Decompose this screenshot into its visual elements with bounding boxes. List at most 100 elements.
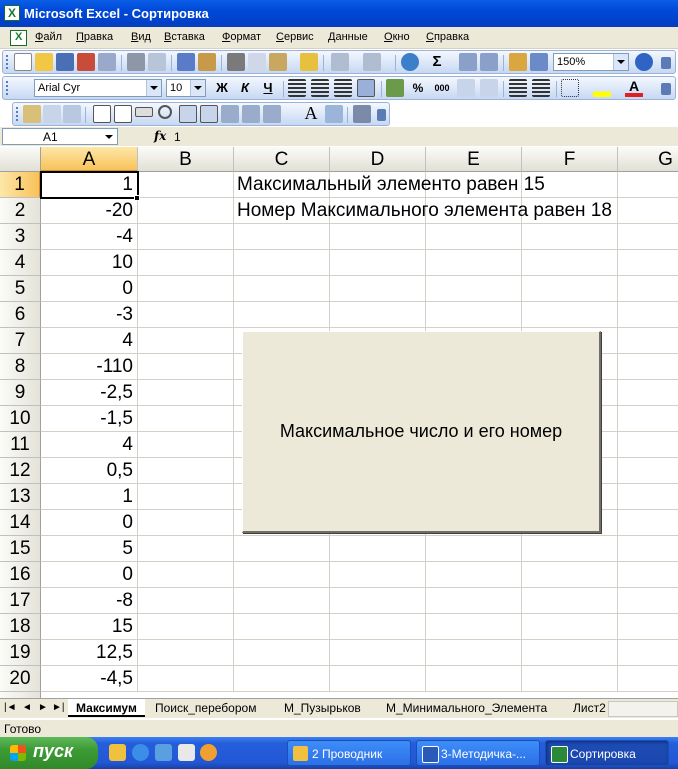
empty-cell[interactable] <box>426 536 522 562</box>
empty-cell[interactable] <box>426 276 522 302</box>
print-preview-icon[interactable] <box>148 53 166 71</box>
fill-color-icon[interactable] <box>593 79 611 97</box>
cell-a[interactable]: 0 <box>41 510 138 536</box>
row-header[interactable]: 8 <box>0 354 41 380</box>
empty-cell[interactable] <box>234 562 330 588</box>
italic-button[interactable]: К <box>236 79 254 97</box>
row-header[interactable]: 16 <box>0 562 41 588</box>
option-button-icon[interactable] <box>158 105 172 119</box>
empty-cell[interactable] <box>618 380 678 406</box>
next-sheet-icon[interactable]: ► <box>38 702 48 713</box>
fill-handle[interactable] <box>134 195 140 201</box>
menu-view[interactable]: Вид <box>131 31 151 43</box>
cell-a[interactable]: -4 <box>41 224 138 250</box>
cell-c1[interactable]: Максимальный элементо равен 15 <box>234 172 674 198</box>
empty-cell[interactable] <box>138 276 234 302</box>
empty-cell[interactable] <box>330 276 426 302</box>
image-control-icon[interactable] <box>325 105 343 123</box>
empty-cell[interactable] <box>522 588 618 614</box>
empty-cell[interactable] <box>426 224 522 250</box>
help-icon[interactable] <box>635 53 653 71</box>
cell-a[interactable]: 15 <box>41 614 138 640</box>
max-number-macro-button[interactable]: Максимальное число и его номер <box>242 331 601 533</box>
empty-cell[interactable] <box>330 614 426 640</box>
empty-cell[interactable] <box>618 406 678 432</box>
button-tool-icon[interactable] <box>135 107 153 117</box>
chevron-down-icon[interactable] <box>105 135 113 139</box>
select-all-corner[interactable] <box>0 147 41 172</box>
redo-icon[interactable] <box>363 53 381 71</box>
toolbar-grip[interactable] <box>16 107 19 121</box>
research-icon[interactable] <box>198 53 216 71</box>
decrease-decimal-icon[interactable] <box>480 79 498 97</box>
task-explorer[interactable]: 2 Проводник <box>287 740 411 766</box>
empty-cell[interactable] <box>618 250 678 276</box>
row-header[interactable]: 7 <box>0 328 41 354</box>
cell-a[interactable]: 12,5 <box>41 640 138 666</box>
menu-data[interactable]: Данные <box>328 31 368 43</box>
empty-cell[interactable] <box>234 250 330 276</box>
merge-center-icon[interactable] <box>357 79 375 97</box>
row-header[interactable]: 15 <box>0 536 41 562</box>
empty-cell[interactable] <box>522 224 618 250</box>
empty-cell[interactable] <box>234 614 330 640</box>
group-box-icon[interactable] <box>63 105 81 123</box>
empty-cell[interactable] <box>138 536 234 562</box>
align-right-icon[interactable] <box>334 79 352 97</box>
chevron-down-icon[interactable] <box>190 80 205 96</box>
desktop-icon[interactable] <box>109 744 126 761</box>
empty-cell[interactable] <box>618 614 678 640</box>
cut-icon[interactable] <box>227 53 245 71</box>
empty-cell[interactable] <box>138 172 234 198</box>
sheet-tab-sheet2[interactable]: Лист2 <box>565 699 606 717</box>
save-icon[interactable] <box>56 53 74 71</box>
menu-tools[interactable]: Сервис <box>276 31 314 43</box>
empty-cell[interactable] <box>138 224 234 250</box>
cell-a[interactable]: 10 <box>41 250 138 276</box>
empty-cell[interactable] <box>330 588 426 614</box>
increase-indent-icon[interactable] <box>532 79 550 97</box>
empty-cell[interactable] <box>618 302 678 328</box>
row-header[interactable]: 20 <box>0 666 41 692</box>
empty-cell[interactable] <box>234 276 330 302</box>
internet-explorer-icon[interactable] <box>132 744 149 761</box>
empty-cell[interactable] <box>426 250 522 276</box>
empty-cell[interactable] <box>426 614 522 640</box>
sort-ascending-icon[interactable] <box>459 53 477 71</box>
decrease-indent-icon[interactable] <box>509 79 527 97</box>
spinner-tool-icon[interactable] <box>242 105 260 123</box>
row-header[interactable]: 18 <box>0 614 41 640</box>
row-header[interactable]: 5 <box>0 276 41 302</box>
row-header[interactable]: 14 <box>0 510 41 536</box>
menu-edit[interactable]: Правка <box>76 31 113 43</box>
cell-a[interactable]: -2,5 <box>41 380 138 406</box>
empty-cell[interactable] <box>138 328 234 354</box>
empty-cell[interactable] <box>426 666 522 692</box>
empty-cell[interactable] <box>138 640 234 666</box>
empty-cell[interactable] <box>330 250 426 276</box>
excel-app-icon[interactable] <box>4 5 20 21</box>
row-header[interactable]: 4 <box>0 250 41 276</box>
sheet-tab-search[interactable]: Поиск_перебором <box>147 699 264 717</box>
empty-cell[interactable] <box>138 406 234 432</box>
menu-file[interactable]: Файл <box>35 31 62 43</box>
column-header-a[interactable]: A <box>41 147 138 172</box>
font-size-select[interactable]: 10 <box>166 79 206 97</box>
menu-format[interactable]: Формат <box>222 31 261 43</box>
empty-cell[interactable] <box>138 510 234 536</box>
row-header[interactable]: 12 <box>0 458 41 484</box>
cell-a[interactable]: 0,5 <box>41 458 138 484</box>
column-header-b[interactable]: B <box>138 147 234 172</box>
empty-cell[interactable] <box>138 484 234 510</box>
undo-icon[interactable] <box>331 53 349 71</box>
row-header[interactable]: 3 <box>0 224 41 250</box>
cell-c2[interactable]: Номер Максимального элемента равен 18 <box>234 198 674 224</box>
empty-cell[interactable] <box>138 250 234 276</box>
empty-cell[interactable] <box>618 666 678 692</box>
insert-function-icon[interactable]: fx <box>154 129 166 143</box>
horizontal-scrollbar[interactable] <box>608 701 678 717</box>
cell-a[interactable]: -1,5 <box>41 406 138 432</box>
task-word-document[interactable]: 3-Методичка-... <box>416 740 540 766</box>
empty-cell[interactable] <box>138 354 234 380</box>
empty-cell[interactable] <box>426 588 522 614</box>
